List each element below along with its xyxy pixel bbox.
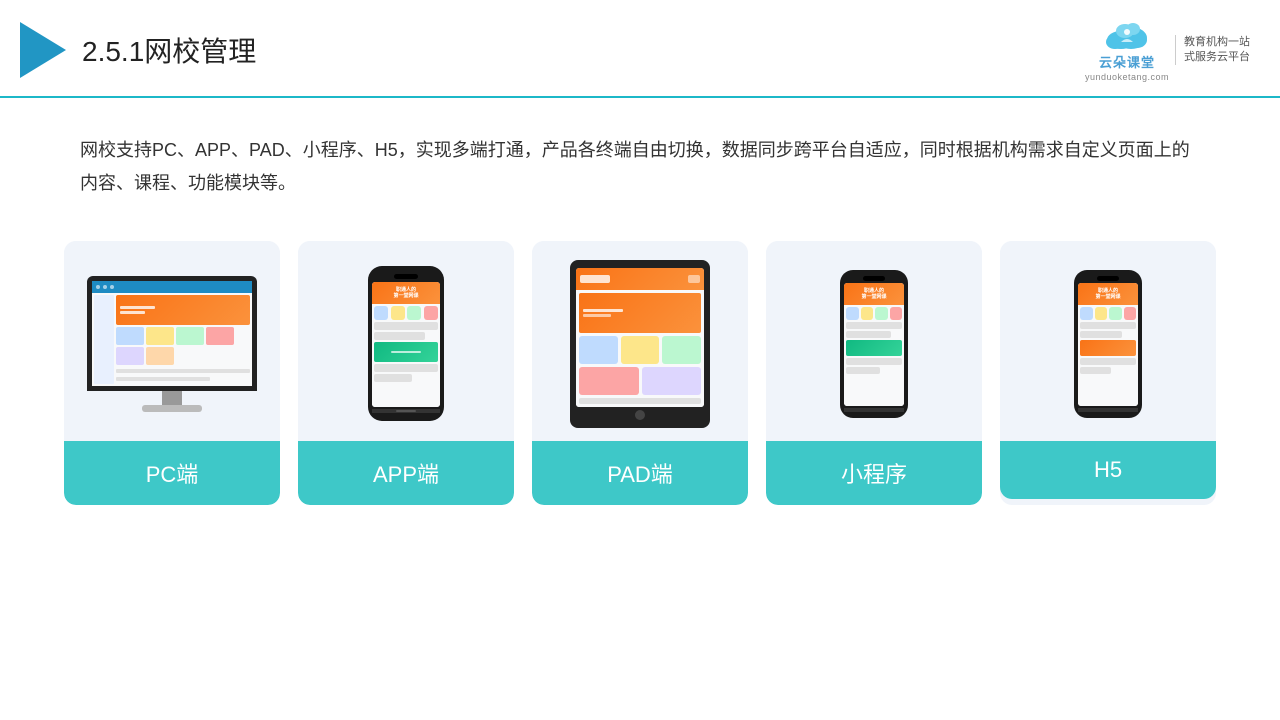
- header-left: 2.5.1网校管理: [20, 22, 256, 78]
- card-pc-image: [64, 241, 280, 441]
- card-h5: 职通人的第一堂网课: [1000, 241, 1216, 505]
- h5-mockup: 职通人的第一堂网课: [1074, 270, 1142, 418]
- platform-cards: PC端 职通人的第一堂网课: [0, 231, 1280, 505]
- card-app: 职通人的第一堂网课: [298, 241, 514, 505]
- card-pad-image: [532, 241, 748, 441]
- app-mockup: 职通人的第一堂网课: [368, 266, 444, 421]
- logo-text: 云朵课堂: [1099, 52, 1155, 71]
- page-title: 2.5.1网校管理: [82, 30, 256, 70]
- card-app-label: APP端: [298, 441, 514, 505]
- card-miniprogram-image: 职通人的第一堂网课: [766, 241, 982, 441]
- card-miniprogram-label: 小程序: [766, 441, 982, 505]
- card-pc: PC端: [64, 241, 280, 505]
- logo-cloud: 云朵课堂 yunduoketang.com: [1085, 18, 1169, 82]
- logo-area: 云朵课堂 yunduoketang.com 教育机构一站 式服务云平台: [1085, 18, 1250, 82]
- miniprogram-mockup: 职通人的第一堂网课: [840, 270, 908, 418]
- card-pad-label: PAD端: [532, 441, 748, 505]
- card-pc-label: PC端: [64, 441, 280, 505]
- pad-mockup: [570, 260, 710, 428]
- page-header: 2.5.1网校管理 云朵课堂 yunduoketang.com 教育机构一站 式…: [0, 0, 1280, 98]
- cloud-icon: [1101, 18, 1153, 50]
- logo-tagline: 教育机构一站 式服务云平台: [1175, 35, 1250, 66]
- description-text: 网校支持PC、APP、PAD、小程序、H5，实现多端打通，产品各终端自由切换，数…: [0, 98, 1280, 221]
- pc-mockup: [87, 276, 257, 412]
- logo-subtext: yunduoketang.com: [1085, 72, 1169, 82]
- card-pad: PAD端: [532, 241, 748, 505]
- play-icon: [20, 22, 66, 78]
- card-app-image: 职通人的第一堂网课: [298, 241, 514, 441]
- card-miniprogram: 职通人的第一堂网课: [766, 241, 982, 505]
- card-h5-label: H5: [1000, 441, 1216, 499]
- card-h5-image: 职通人的第一堂网课: [1000, 241, 1216, 441]
